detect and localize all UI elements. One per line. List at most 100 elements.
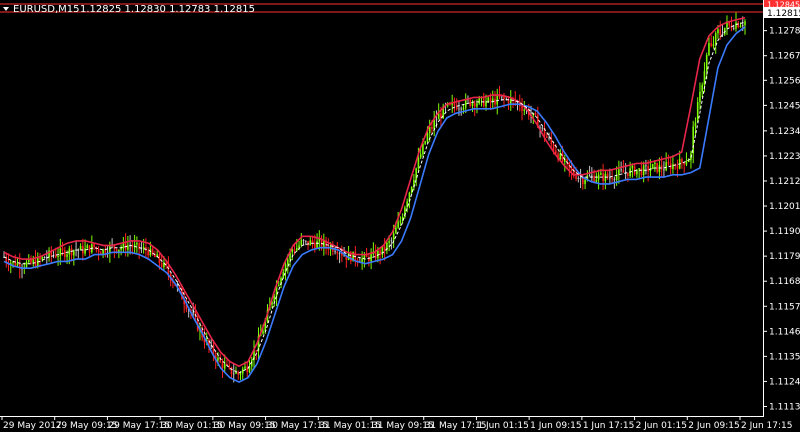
candle-body [476, 103, 478, 107]
candle-body [737, 22, 740, 28]
candle-body [701, 85, 704, 92]
candle-body [699, 91, 701, 103]
x-tick-label: 1 Jun 01:15 [477, 421, 528, 431]
candle-body [61, 248, 64, 251]
candle-body [160, 263, 163, 268]
x-tick-label: 2 Jun 09:15 [688, 421, 739, 431]
candle-body [55, 255, 57, 258]
candle-body [651, 164, 654, 169]
candle-body [68, 248, 71, 255]
candle-body [692, 126, 694, 154]
candle-body [570, 167, 573, 171]
x-tick-label: 2 Jun 01:15 [636, 421, 687, 431]
axes: 1.12783 1.12673 1.12565 1.12455 1.12343 1.122… [0, 0, 800, 431]
candle-body [595, 179, 598, 182]
y-tick-label: 1.12123 [769, 177, 800, 187]
candle-body [534, 112, 537, 115]
candle-body [613, 179, 616, 181]
candle-body [59, 248, 62, 257]
candle-body [545, 136, 548, 138]
candle-body [683, 162, 685, 165]
candle-body [681, 158, 683, 163]
candle-body [302, 240, 305, 241]
candle-body [640, 168, 643, 175]
candle-body [744, 21, 746, 26]
candle-body [431, 127, 433, 129]
dropdown-icon[interactable] [3, 7, 9, 11]
candle-body [685, 162, 688, 165]
x-tick-label: 2 Jun 17:15 [741, 421, 792, 431]
candle-body [473, 102, 476, 107]
candle-body [97, 248, 100, 253]
candle-body [453, 103, 456, 106]
candle-body [86, 245, 89, 249]
candle-body [739, 25, 742, 28]
candle-body [597, 174, 600, 180]
y-tick-label: 1.12565 [769, 76, 800, 86]
x-ticks: 29 May 201729 May 09:1529 May 17:1530 Ma… [1, 416, 792, 431]
candle-body [311, 240, 314, 243]
candle-body [142, 247, 145, 249]
price-chart: 1.12783 1.12673 1.12565 1.12455 1.12343 1.122… [0, 0, 800, 431]
candle-body [631, 165, 634, 169]
y-tick-label: 1.11133 [769, 402, 800, 412]
current-price-text: 1.12815 [767, 9, 800, 19]
candle-body [100, 252, 102, 254]
candle-body [705, 55, 708, 72]
candle-body [41, 257, 44, 260]
candle-body [660, 165, 663, 170]
candle-body [741, 25, 744, 26]
candle-body [489, 97, 492, 102]
upper-band [3, 16, 746, 368]
y-tick-label: 1.11573 [769, 302, 800, 312]
chart-window: 1.12783 1.12673 1.12565 1.12455 1.12343 1.122… [0, 0, 800, 432]
candle-body [712, 44, 715, 46]
candle-body [293, 249, 296, 251]
candle-body [478, 98, 481, 104]
candle-body [494, 98, 496, 105]
candle-body [192, 312, 194, 314]
lower-band [3, 26, 746, 383]
candle-body [109, 245, 111, 254]
candle-body [541, 127, 544, 129]
candle-body [654, 162, 656, 165]
candle-body [84, 248, 86, 254]
candle-body [437, 113, 440, 120]
candle-body [228, 365, 231, 368]
candle-body [390, 240, 393, 242]
candle-body [696, 102, 699, 123]
candle-body [469, 99, 472, 106]
candle-body [422, 143, 424, 155]
candle-body [309, 240, 312, 246]
candle-body [397, 222, 399, 228]
candle-body [277, 284, 280, 286]
candle-body [496, 95, 499, 105]
y-tick-label: 1.12013 [769, 202, 800, 212]
candle-body [314, 242, 316, 249]
candle-body [232, 373, 235, 375]
y-tick-label: 1.11903 [769, 227, 800, 237]
candle-body [217, 357, 219, 361]
candle-body [638, 168, 640, 170]
candle-body [627, 172, 629, 176]
candle-body [419, 154, 422, 158]
candle-body [568, 162, 571, 168]
candle-body [523, 109, 526, 111]
mid-band [3, 21, 746, 374]
y-tick-label: 1.11353 [769, 352, 800, 362]
candle-body [460, 108, 463, 110]
candle-body [620, 169, 622, 171]
candle-body [66, 254, 68, 257]
candle-body [663, 169, 665, 171]
candle-body [588, 175, 591, 177]
candle-body [70, 248, 73, 256]
candle-body [676, 165, 679, 169]
candle-body [487, 97, 490, 102]
x-tick-label: 1 Jun 17:15 [583, 421, 634, 431]
candle-body [575, 176, 577, 180]
candle-body [667, 162, 670, 164]
candle-body [462, 107, 465, 110]
candle-body [548, 137, 550, 139]
candle-body [273, 296, 276, 302]
candle-body [127, 245, 129, 250]
